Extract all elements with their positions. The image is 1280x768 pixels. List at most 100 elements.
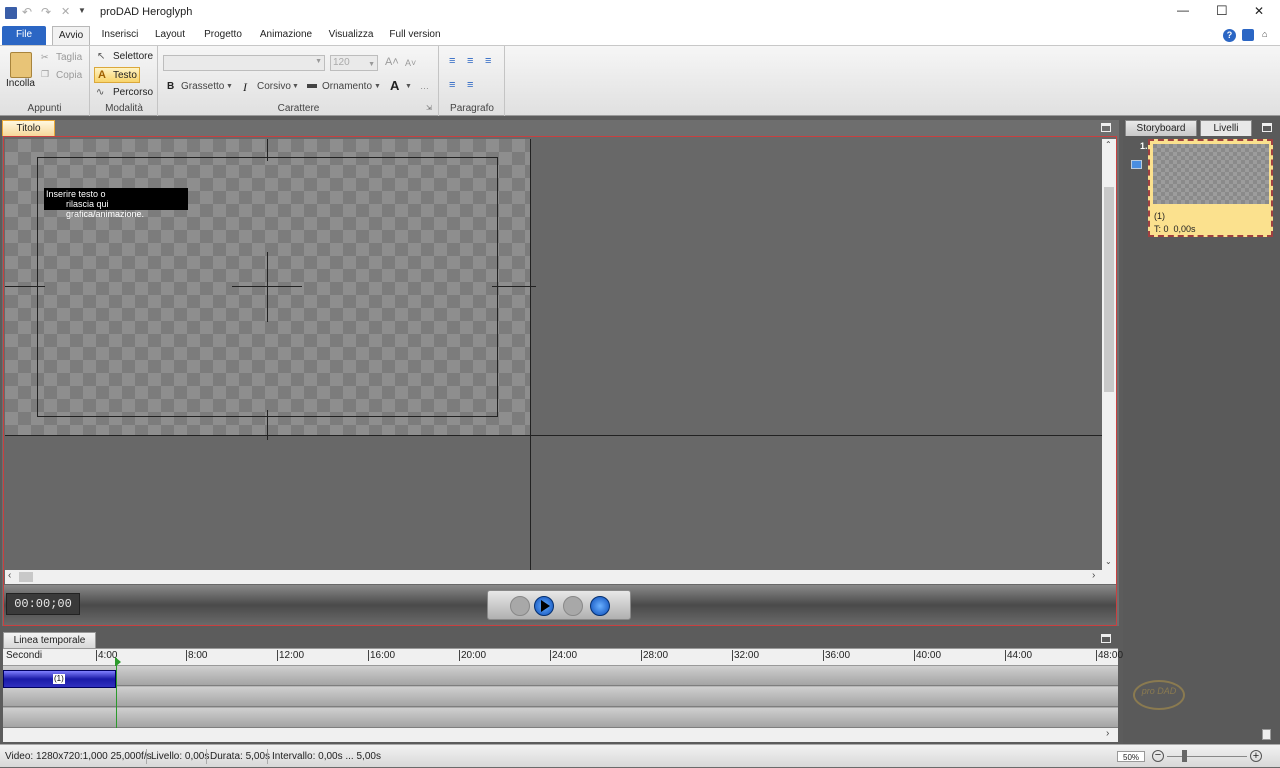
left-tick bbox=[5, 286, 45, 287]
status-separator bbox=[267, 749, 268, 764]
go-to-start-icon[interactable] bbox=[510, 596, 530, 616]
tab-avvio[interactable]: Avvio bbox=[52, 26, 90, 45]
tab-inserisci[interactable]: Inserisci bbox=[98, 26, 142, 45]
shrink-font-icon[interactable]: A˅ bbox=[405, 58, 416, 68]
cut-icon: ✂ bbox=[41, 52, 49, 62]
tab-file[interactable]: File bbox=[2, 26, 46, 45]
track-2[interactable] bbox=[3, 687, 1118, 707]
close-button[interactable]: ✕ bbox=[1254, 4, 1264, 18]
tab-visualizza[interactable]: Visualizza bbox=[326, 26, 376, 45]
redo-icon[interactable]: ↷ bbox=[41, 5, 51, 19]
text-placeholder[interactable]: Inserire testo o rilascia qui grafica/an… bbox=[44, 188, 188, 219]
path-button[interactable]: Percorso bbox=[113, 87, 153, 98]
chevron-right-icon[interactable]: › bbox=[1106, 728, 1109, 739]
tab-storyboard[interactable]: Storyboard bbox=[1125, 120, 1197, 136]
track-1[interactable] bbox=[3, 666, 1118, 686]
timecode-display: 00:00;00 bbox=[6, 593, 80, 615]
collapse-ribbon-icon[interactable]: ⌂ bbox=[1262, 29, 1267, 39]
align-center-icon[interactable]: ≡ bbox=[467, 55, 473, 67]
group-label-paragrafo: Paragrafo bbox=[450, 103, 494, 114]
track-3[interactable] bbox=[3, 708, 1118, 728]
paste-button[interactable]: Incolla bbox=[6, 78, 35, 89]
new-page-icon[interactable] bbox=[1262, 729, 1271, 740]
canvas-horizontal-scrollbar[interactable]: ‹ › bbox=[5, 570, 1116, 584]
tab-progetto[interactable]: Progetto bbox=[199, 26, 247, 45]
top-tick bbox=[267, 139, 268, 161]
ornament-icon bbox=[307, 84, 317, 88]
canvas-vertical-scrollbar[interactable]: ⌃ ⌄ bbox=[1102, 139, 1116, 570]
minimize-button[interactable]: — bbox=[1177, 3, 1189, 17]
maximize-side-panel-icon[interactable] bbox=[1262, 123, 1272, 132]
quick-access-dropdown-icon[interactable]: ▼ bbox=[78, 6, 86, 15]
maximize-timeline-icon[interactable] bbox=[1101, 634, 1111, 643]
tab-animazione[interactable]: Animazione bbox=[257, 26, 315, 45]
ruler-tick: 40:00 bbox=[914, 650, 942, 661]
ruler-tick: 32:00 bbox=[732, 650, 760, 661]
chevron-down-icon: ▼ bbox=[315, 58, 322, 65]
delete-icon[interactable]: ✕ bbox=[61, 5, 70, 18]
account-icon[interactable] bbox=[1242, 29, 1254, 41]
grow-font-icon[interactable]: A˄ bbox=[385, 56, 399, 68]
more-icon[interactable]: … bbox=[420, 81, 429, 91]
canvas-right-line bbox=[530, 139, 531, 570]
maximize-button[interactable]: ☐ bbox=[1216, 3, 1228, 19]
help-icon[interactable]: ? bbox=[1223, 29, 1236, 42]
text-mode-label: Testo bbox=[113, 70, 137, 81]
text-mode-button[interactable]: A Testo bbox=[94, 67, 140, 83]
go-to-end-icon[interactable] bbox=[590, 596, 610, 616]
undo-icon[interactable]: ↶ bbox=[22, 5, 32, 19]
align-left-icon[interactable]: ≡ bbox=[449, 55, 455, 67]
tab-titolo[interactable]: Titolo bbox=[2, 120, 55, 136]
tab-livelli[interactable]: Livelli bbox=[1200, 120, 1252, 136]
maximize-panel-icon[interactable] bbox=[1101, 123, 1111, 132]
ruler-tick: 44:00 bbox=[1005, 650, 1033, 661]
timeline-clip[interactable]: (1) bbox=[3, 670, 116, 688]
text-a-icon: A bbox=[98, 69, 106, 81]
zoom-slider[interactable] bbox=[1167, 756, 1247, 757]
tab-full-version[interactable]: Full version bbox=[386, 26, 444, 45]
italic-button[interactable]: Corsivo bbox=[257, 81, 291, 92]
pause-icon[interactable] bbox=[563, 596, 583, 616]
tab-linea-temporale[interactable]: Linea temporale bbox=[3, 632, 96, 648]
copy-button[interactable]: Copia bbox=[56, 70, 82, 81]
ruler-tick: 8:00 bbox=[186, 650, 208, 661]
playback-controls bbox=[487, 590, 631, 620]
font-color-icon[interactable]: A bbox=[390, 78, 399, 93]
chevron-up-icon[interactable]: ⌃ bbox=[1105, 140, 1112, 149]
selector-button[interactable]: Selettore bbox=[113, 51, 153, 62]
vertical-scroll-thumb[interactable] bbox=[1104, 187, 1114, 392]
window-title: proDAD Heroglyph bbox=[100, 6, 193, 18]
horizontal-scroll-thumb[interactable] bbox=[19, 572, 33, 582]
storyboard-thumbnail bbox=[1153, 144, 1269, 204]
ornament-button[interactable]: Ornamento bbox=[322, 81, 372, 92]
monitor-icon bbox=[1131, 160, 1142, 169]
dialog-launcher-icon[interactable]: ⇲ bbox=[426, 104, 432, 112]
chevron-right-icon[interactable]: › bbox=[1092, 570, 1095, 581]
group-label-appunti: Appunti bbox=[27, 103, 62, 114]
chevron-down-icon: ▼ bbox=[292, 83, 299, 90]
justify-all-icon[interactable]: ≡ bbox=[467, 79, 473, 91]
ruler-unit: Secondi bbox=[6, 650, 43, 661]
save-icon[interactable] bbox=[5, 7, 17, 19]
bold-button[interactable]: Grassetto bbox=[181, 81, 224, 92]
timeline-horizontal-scrollbar[interactable]: › bbox=[3, 728, 1118, 742]
chevron-left-icon[interactable]: ‹ bbox=[8, 570, 11, 581]
group-modalita: ↖ Selettore A Testo ∿ Percorso Modalità bbox=[91, 46, 158, 116]
title-bar: ↶ ↷ ✕ ▼ proDAD Heroglyph — ☐ ✕ bbox=[0, 0, 1280, 26]
justify-icon[interactable]: ≡ bbox=[449, 79, 455, 91]
zoom-out-icon[interactable]: − bbox=[1152, 750, 1164, 762]
timeline-ruler[interactable]: Secondi 4:00 8:00 12:00 16:00 20:00 24:0… bbox=[3, 648, 1123, 667]
tab-layout[interactable]: Layout bbox=[151, 26, 189, 45]
cut-button[interactable]: Taglia bbox=[56, 52, 82, 63]
zoom-in-icon[interactable]: + bbox=[1250, 750, 1262, 762]
group-paragrafo: ≡ ≡ ≡ ≡ ≡ Paragrafo bbox=[440, 46, 505, 116]
font-size-value: 120 bbox=[333, 57, 350, 68]
status-intervallo: Intervallo: 0,00s ... 5,00s bbox=[272, 751, 381, 762]
zoom-slider-thumb[interactable] bbox=[1182, 750, 1187, 762]
font-family-select[interactable]: ▼ bbox=[163, 55, 325, 71]
font-size-select[interactable]: 120 ▼ bbox=[330, 55, 378, 71]
status-durata: Durata: 5,00s bbox=[210, 751, 271, 762]
align-right-icon[interactable]: ≡ bbox=[485, 55, 491, 67]
placeholder-line-2: rilascia qui grafica/animazione. bbox=[66, 199, 145, 219]
chevron-down-icon[interactable]: ⌄ bbox=[1105, 557, 1112, 566]
